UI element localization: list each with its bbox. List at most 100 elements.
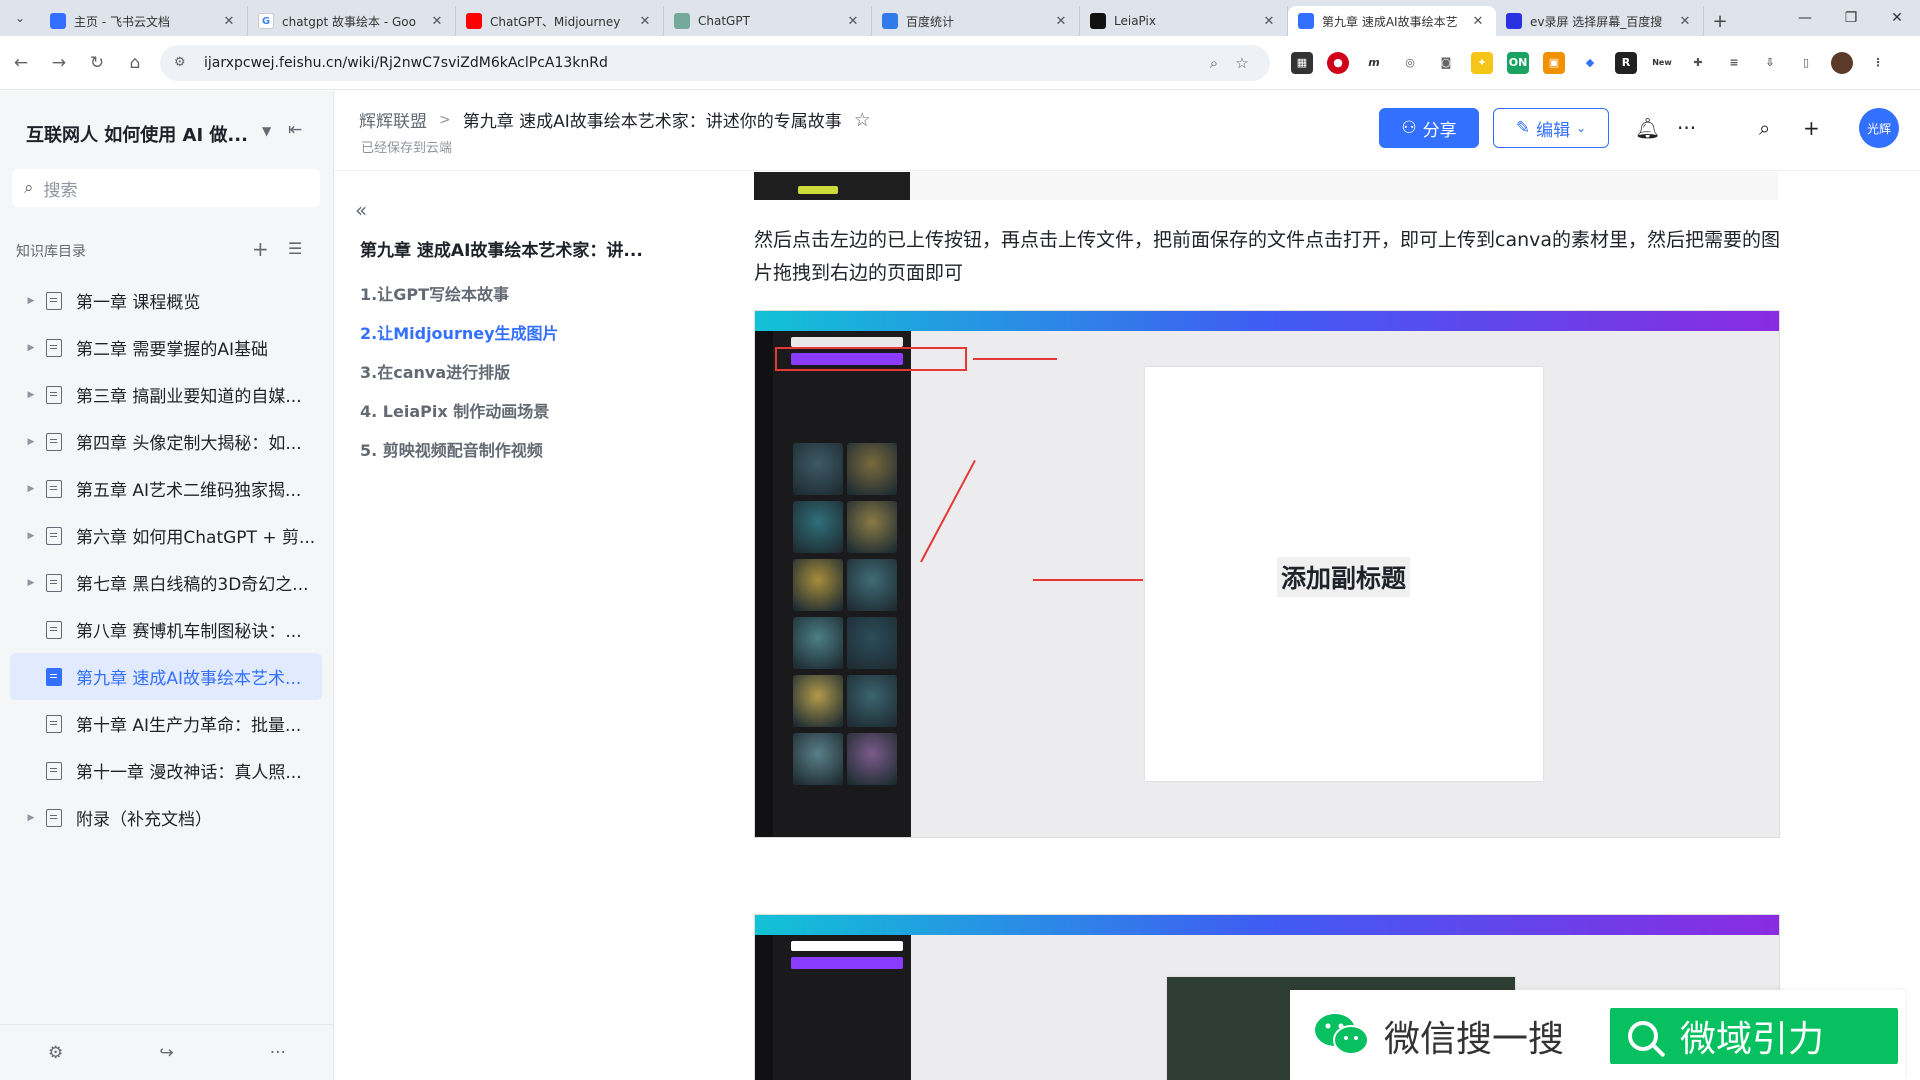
extension-bulb-icon[interactable]: ✦ — [1471, 51, 1493, 74]
toc-item[interactable]: 2.让Midjourney生成图片 — [360, 314, 690, 353]
kb-tree-item[interactable]: ▶ 第三章 搞副业要知道的自媒... — [10, 371, 322, 418]
back-icon[interactable]: ← — [4, 46, 38, 80]
expand-arrow-icon[interactable]: ▶ — [20, 578, 42, 588]
kb-tree-item[interactable]: ▶ 附录（补充文档） — [10, 794, 322, 841]
share-arrow-icon[interactable]: ↪ — [159, 1043, 173, 1063]
more-icon[interactable]: ··· — [270, 1043, 286, 1063]
site-info-icon[interactable]: ⚙ — [174, 55, 192, 70]
add-page-icon[interactable]: + — [252, 237, 269, 261]
extension-new-icon[interactable]: New — [1651, 51, 1673, 74]
browser-tab[interactable]: ev录屏 选择屏幕_百度搜 ✕ — [1496, 6, 1704, 36]
kb-outline-icon[interactable]: ☰ — [288, 239, 302, 258]
expand-arrow-icon[interactable]: ▶ — [20, 437, 42, 447]
tab-close-icon[interactable]: ✕ — [637, 14, 653, 29]
extension-red-icon[interactable]: ● — [1327, 51, 1349, 74]
annotation-red-box — [775, 347, 967, 371]
expand-arrow-icon[interactable]: ▶ — [20, 343, 42, 353]
tab-close-icon[interactable]: ✕ — [1053, 14, 1069, 29]
sidebar-search[interactable]: ⌕ 搜索 — [12, 169, 320, 207]
extension-cast-icon[interactable]: ◎ — [1399, 51, 1421, 74]
kb-tree-item[interactable]: 第十章 AI生产力革命：批量... — [10, 700, 322, 747]
toc-item[interactable]: 5. 剪映视频配音制作视频 — [360, 431, 690, 470]
edit-button[interactable]: ✎ 编辑 ⌄ — [1493, 108, 1609, 148]
minimize-icon[interactable]: — — [1782, 0, 1828, 36]
user-avatar[interactable]: 光辉 — [1859, 108, 1899, 148]
home-icon[interactable]: ⌂ — [118, 46, 152, 80]
create-new-icon[interactable]: + — [1803, 116, 1820, 140]
close-window-icon[interactable]: ✕ — [1874, 0, 1920, 36]
kb-tree-item[interactable]: 第八章 赛博机车制图秘诀：... — [10, 606, 322, 653]
bookmark-star-icon[interactable]: ☆ — [1228, 54, 1256, 72]
expand-arrow-icon[interactable]: ▶ — [20, 813, 42, 823]
extension-orange-icon[interactable]: ▣ — [1543, 51, 1565, 74]
extension-on-icon[interactable]: ON — [1507, 51, 1529, 74]
browser-tab[interactable]: 第九章 速成AI故事绘本艺 ✕ — [1288, 6, 1496, 36]
browser-tab[interactable]: 百度统计 ✕ — [872, 6, 1080, 36]
forward-icon[interactable]: → — [42, 46, 76, 80]
restore-icon[interactable]: ❐ — [1828, 0, 1874, 36]
toc-title[interactable]: 第九章 速成AI故事绘本艺术家：讲... — [360, 236, 680, 261]
tab-title: ChatGPT、Midjourney — [490, 14, 621, 29]
expand-arrow-icon[interactable]: ▶ — [20, 484, 42, 494]
tab-close-icon[interactable]: ✕ — [845, 14, 861, 29]
address-bar[interactable]: ⚙ ijarxpcwej.feishu.cn/wiki/Rj2nwC7sviZd… — [160, 44, 1270, 81]
kb-tree-item[interactable]: ▶ 第六章 如何用ChatGPT + 剪... — [10, 512, 322, 559]
reading-list-icon[interactable]: ≡ — [1723, 51, 1745, 74]
browser-tab[interactable]: LeiaPix ✕ — [1080, 6, 1288, 36]
google-icon: G — [258, 13, 274, 29]
extension-icon[interactable]: ▦ — [1291, 51, 1313, 74]
collapse-sidebar-icon[interactable]: ⇤ — [288, 120, 302, 140]
breadcrumb-root[interactable]: 辉辉联盟 — [359, 107, 427, 132]
kb-tree-item[interactable]: ▶ 第七章 黑白线稿的3D奇幻之... — [10, 559, 322, 606]
browser-tab[interactable]: ChatGPT、Midjourney ✕ — [456, 6, 664, 36]
expand-arrow-icon[interactable]: ▶ — [20, 531, 42, 541]
download-icon[interactable]: ⇩ — [1759, 51, 1781, 74]
new-tab-button[interactable]: + — [1704, 6, 1736, 36]
side-panel-icon[interactable]: ▯ — [1795, 51, 1817, 74]
tab-search-icon[interactable]: ⌄ — [0, 0, 40, 36]
space-dropdown-icon[interactable]: ▼ — [262, 124, 271, 138]
tab-close-icon[interactable]: ✕ — [1677, 14, 1693, 29]
tab-close-icon[interactable]: ✕ — [1261, 14, 1277, 29]
tab-close-icon[interactable]: ✕ — [429, 14, 445, 29]
uploaded-image-thumbnail — [847, 617, 897, 669]
extension-r-icon[interactable]: R — [1615, 51, 1637, 74]
space-title[interactable]: 互联网人 如何使用 AI 做... — [26, 121, 256, 147]
toc-item[interactable]: 3.在canva进行排版 — [360, 353, 690, 392]
kb-tree-item[interactable]: ▶ 第一章 课程概览 — [10, 277, 322, 324]
tab-close-icon[interactable]: ✕ — [221, 14, 237, 29]
kb-tree-item[interactable]: ▶ 第二章 需要掌握的AI基础 — [10, 324, 322, 371]
more-options-icon[interactable]: ··· — [1677, 116, 1696, 140]
collapse-toc-icon[interactable]: « — [355, 198, 367, 222]
notification-bell-icon[interactable]: 🔔︎ — [1635, 116, 1660, 140]
kb-tree-item[interactable]: 第十一章 漫改神话：真人照... — [10, 747, 322, 794]
toc-item[interactable]: 4. LeiaPix 制作动画场景 — [360, 392, 690, 431]
expand-arrow-icon[interactable]: ▶ — [20, 390, 42, 400]
toc-item[interactable]: 1.让GPT写绘本故事 — [360, 275, 690, 314]
canva-topbar — [755, 311, 1779, 331]
breadcrumb-current[interactable]: 第九章 速成AI故事绘本艺术家：讲述你的专属故事 — [463, 107, 842, 132]
doc-search-icon[interactable]: ⌕ — [1759, 116, 1770, 140]
extensions-puzzle-icon[interactable]: ✚ — [1687, 51, 1709, 74]
share-button[interactable]: ⚇ 分享 — [1379, 108, 1479, 148]
reload-icon[interactable]: ↻ — [80, 46, 114, 80]
kb-tree-item[interactable]: 第九章 速成AI故事绘本艺术... — [10, 653, 322, 700]
canva-topbar — [755, 915, 1779, 935]
url-text[interactable]: ijarxpcwej.feishu.cn/wiki/Rj2nwC7sviZdM6… — [204, 55, 1200, 71]
extension-m-icon[interactable]: m — [1363, 51, 1385, 74]
browser-tab[interactable]: Gchatgpt 故事绘本 - Goo ✕ — [248, 6, 456, 36]
browser-menu-icon[interactable]: ⋮ — [1867, 51, 1889, 74]
kb-tree-item[interactable]: ▶ 第五章 AI艺术二维码独家揭... — [10, 465, 322, 512]
browser-tab[interactable]: ChatGPT ✕ — [664, 6, 872, 36]
profile-avatar-icon[interactable] — [1831, 51, 1853, 74]
feishu-icon — [50, 13, 66, 29]
expand-arrow-icon[interactable]: ▶ — [20, 296, 42, 306]
extension-camera-icon[interactable]: ◙ — [1435, 51, 1457, 74]
extension-tag-icon[interactable]: ◆ — [1579, 51, 1601, 74]
zoom-icon[interactable]: ⌕ — [1200, 54, 1228, 72]
settings-icon[interactable]: ⚙ — [48, 1043, 63, 1063]
favorite-star-icon[interactable]: ☆ — [854, 109, 871, 131]
browser-tab[interactable]: 主页 - 飞书云文档 ✕ — [40, 6, 248, 36]
kb-tree-item[interactable]: ▶ 第四章 头像定制大揭秘：如... — [10, 418, 322, 465]
tab-close-icon[interactable]: ✕ — [1470, 14, 1486, 29]
